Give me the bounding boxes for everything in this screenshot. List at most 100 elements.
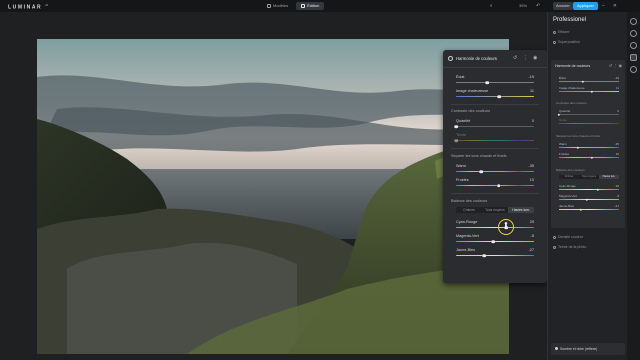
divider xyxy=(451,148,539,149)
professional-icon[interactable] xyxy=(630,54,637,61)
warm-slider[interactable] xyxy=(456,171,534,173)
tool-overlay[interactable]: Superposition xyxy=(553,40,580,44)
tone-highlights-tab[interactable]: Hautes lum. xyxy=(508,207,534,213)
tool-erase[interactable]: Effacer xyxy=(553,30,569,34)
zoom-level[interactable]: 35% xyxy=(519,2,527,10)
magenta-green-knob[interactable] xyxy=(491,239,495,244)
yellow-blue-knob[interactable] xyxy=(482,253,487,258)
r-magenta-green-slider[interactable] xyxy=(559,199,619,200)
r-warm2-value: -35 xyxy=(614,142,619,146)
r-yellow-blue-slider[interactable] xyxy=(559,209,619,210)
compare-icon[interactable]: ◐ xyxy=(490,2,493,10)
app-logo: LUMINAR AI xyxy=(8,3,49,11)
quantity-slider[interactable] xyxy=(456,126,534,128)
tint-icon xyxy=(553,245,556,249)
mode-switcher: Modèles Édition xyxy=(262,2,325,10)
preset-label: Sombre et riche (réflexe) xyxy=(560,347,598,351)
reset-icon[interactable]: ↺ xyxy=(513,55,517,61)
layers-icon[interactable] xyxy=(630,18,637,25)
hue-knob[interactable] xyxy=(454,138,458,143)
tone-shadows-tab[interactable]: Ombres xyxy=(456,207,482,213)
r-warm2-slider[interactable] xyxy=(559,147,619,148)
cold-knob[interactable] xyxy=(497,183,501,188)
warm-image-slider[interactable] xyxy=(456,96,534,98)
warm-image-value: 11 xyxy=(530,89,534,93)
hue-slider[interactable] xyxy=(456,140,534,142)
r-magenta-green-value: -5 xyxy=(616,194,619,198)
creative-icon[interactable] xyxy=(630,42,637,49)
cancel-button[interactable]: Annuler xyxy=(553,2,573,10)
warm-image-knob[interactable] xyxy=(497,94,502,99)
top-tools: ◐ xyxy=(490,2,493,10)
r-cyan-red-slider[interactable] xyxy=(559,189,619,190)
r-warm-slider[interactable] xyxy=(559,91,619,92)
r-cyan-red-value: 29 xyxy=(615,184,619,188)
r-tone-highlights-tab[interactable]: Hautes lum. xyxy=(599,175,619,179)
warm-knob[interactable] xyxy=(479,169,484,174)
r-contrast-section: Contraste des couleurs xyxy=(556,101,587,105)
r-quantity-label: Quantité xyxy=(559,109,571,113)
photo-canvas[interactable] xyxy=(37,39,509,354)
warm-label: Warm xyxy=(456,164,466,168)
history-icon[interactable] xyxy=(630,66,637,73)
r-hue-slider[interactable] xyxy=(559,123,619,124)
mode-templates-button[interactable]: Modèles xyxy=(262,2,293,10)
color-harmony-panel: Harmonie de couleurs ↺ ⋮ ◉ Éclat -19 Ima… xyxy=(443,50,547,283)
panel-title: Harmonie de couleurs xyxy=(456,56,497,61)
tool-color-density[interactable]: Densité couleur xyxy=(553,235,583,239)
r-warm-value: 11 xyxy=(615,86,619,90)
r-hue-label: Teinte xyxy=(559,118,568,122)
canvas-area: Harmonie de couleurs ↺ ⋮ ◉ Éclat -19 Ima… xyxy=(0,12,547,360)
options-icon[interactable]: ⋮ xyxy=(523,55,528,61)
eclat-value: -19 xyxy=(528,75,535,79)
tone-midtones-tab[interactable]: Tons moyens xyxy=(482,207,508,213)
quantity-label: Quantité xyxy=(456,119,471,123)
essentials-icon[interactable] xyxy=(630,30,637,37)
cyan-red-slider[interactable] xyxy=(456,227,534,229)
r-balance-section: Balance des couleurs xyxy=(556,168,585,172)
minimize-icon[interactable]: – xyxy=(602,2,605,10)
r-quantity-value: 0 xyxy=(617,109,619,113)
cold-slider[interactable] xyxy=(456,185,534,187)
top-bar: LUMINAR AI Modèles Édition ◐ 35% ↶ Annul… xyxy=(0,0,640,12)
panel-heading: Professionel xyxy=(553,17,587,23)
top-tools-2: ↶ xyxy=(536,2,540,10)
warm-image-label: Image chaleureuse xyxy=(456,89,489,93)
cyan-red-value: 29 xyxy=(529,220,534,224)
mode-edit-button[interactable]: Édition xyxy=(296,2,325,10)
r-cold-slider[interactable] xyxy=(559,157,619,158)
close-icon[interactable]: ✕ xyxy=(613,2,617,10)
card-tools-icon[interactable]: ↺ ⋮ ◉ xyxy=(609,63,622,68)
window-controls: – ✕ xyxy=(602,2,617,10)
edit-icon xyxy=(301,3,306,8)
eclat-label: Éclat xyxy=(456,75,465,79)
tool-photo-tint[interactable]: Teinte de la photo xyxy=(553,245,586,249)
apply-button[interactable]: Appliquer xyxy=(573,2,598,10)
card-title[interactable]: Harmonie de couleurs xyxy=(555,64,590,68)
r-eclat-slider[interactable] xyxy=(559,81,619,82)
r-tone-shadows-tab[interactable]: Ombres xyxy=(559,175,579,179)
divider xyxy=(451,193,539,194)
quantity-value: 0 xyxy=(531,119,534,123)
quantity-knob[interactable] xyxy=(454,124,458,129)
yellow-blue-slider[interactable] xyxy=(456,255,534,257)
magenta-green-label: Magenta-Vert xyxy=(456,234,479,238)
eclat-knob[interactable] xyxy=(485,80,489,85)
undo-icon[interactable]: ↶ xyxy=(536,2,540,10)
yellow-blue-label: Jaune-Bleu xyxy=(456,248,476,252)
r-tone-midtones-tab[interactable]: Tons moyens xyxy=(579,175,599,179)
density-icon xyxy=(553,235,556,239)
r-warm2-label: Warm xyxy=(559,142,567,146)
r-cold-label: Froides xyxy=(559,152,570,156)
eclat-slider[interactable] xyxy=(456,82,534,84)
preset-item[interactable]: Sombre et riche (réflexe) xyxy=(551,343,625,355)
r-yellow-blue-label: Jaune-Bleu xyxy=(559,204,575,208)
contrast-section-title: Contraste des couleurs xyxy=(451,109,491,113)
r-cold-value: 10 xyxy=(615,152,619,156)
r-quantity-slider[interactable] xyxy=(559,114,619,115)
magenta-green-slider[interactable] xyxy=(456,241,534,243)
r-cyan-red-label: Cyan-Rouge xyxy=(559,184,576,188)
r-warm-label: Image chaleureuse xyxy=(559,86,585,90)
erase-icon xyxy=(553,30,556,34)
toggle-icon[interactable]: ◉ xyxy=(533,55,537,61)
